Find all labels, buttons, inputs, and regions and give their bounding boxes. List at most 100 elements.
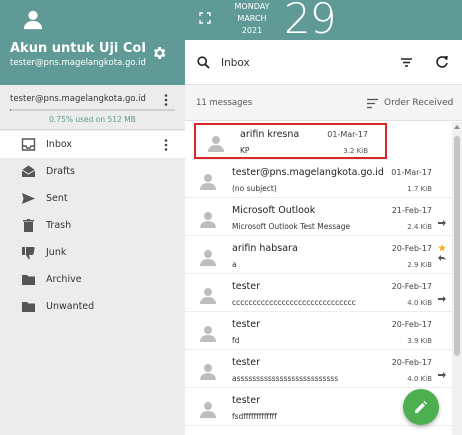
- sender-avatar-icon: [199, 324, 217, 342]
- message-sender: tester: [232, 281, 260, 292]
- scroll-up-icon[interactable]: [454, 124, 460, 130]
- folder-label: Sent: [46, 193, 68, 204]
- message-row[interactable]: tester fd 20-Feb-17 3.9 KiB: [185, 312, 452, 350]
- message-row[interactable]: Microsoft Outlook Microsoft Outlook Test …: [185, 198, 452, 236]
- forwarded-icon: [438, 220, 446, 226]
- folder-label: Inbox: [46, 139, 72, 150]
- sender-avatar-icon: [199, 362, 217, 380]
- folder-list: Inbox Drafts Sent Trash Junk Archive Unwanted: [0, 131, 185, 320]
- message-list: arifin kresna KP 01-Mar-17 3.2 KiB tester@pn…: [185, 122, 452, 435]
- message-size: 2.9 KiB: [407, 261, 432, 269]
- sender-avatar-icon: [199, 172, 217, 190]
- sort-order-label[interactable]: Order Received: [384, 98, 453, 108]
- message-row[interactable]: arifin kresna KP 01-Mar-17 3.2 KiB: [193, 122, 388, 160]
- replied-icon: [438, 255, 446, 261]
- message-sender: tester: [232, 395, 260, 406]
- account-email: tester@pns.magelangkota.go.id: [10, 58, 146, 68]
- folder-item-sent[interactable]: Sent: [0, 185, 185, 212]
- sort-order-icon[interactable]: [366, 98, 379, 109]
- sidebar: Akun untuk Uji Cob... tester@pns.magelan…: [0, 0, 185, 435]
- message-sender: arifin habsara: [232, 243, 298, 254]
- folder-label: Trash: [46, 220, 72, 231]
- folder-item-inbox[interactable]: Inbox: [0, 131, 185, 158]
- message-row[interactable]: tester assssssssssssssssssssssssss 20-Feb-…: [185, 350, 452, 388]
- inbox-icon: [21, 137, 36, 152]
- folder-label: Archive: [46, 274, 82, 285]
- pencil-icon: [415, 401, 427, 413]
- date-year: 2021: [241, 26, 263, 35]
- date-month: MARCH: [237, 14, 267, 23]
- scrollbar-thumb[interactable]: [454, 136, 460, 356]
- search-folder-label: Inbox: [221, 57, 250, 69]
- message-date: 20-Feb-17: [391, 358, 432, 367]
- message-size: 1.7 KiB: [407, 185, 432, 193]
- folder-item-drafts[interactable]: Drafts: [0, 158, 185, 185]
- quota-text: 0.75% used on 512 MB: [49, 115, 136, 124]
- quota-bar: [10, 109, 175, 111]
- message-size: 4.0 KiB: [407, 375, 432, 383]
- folder-icon: [21, 299, 36, 314]
- message-row[interactable]: tester@pns.magelangkota.go.id (no subject…: [185, 160, 452, 198]
- drafts-icon: [21, 164, 36, 179]
- account-name: Akun untuk Uji Cob...: [10, 41, 145, 56]
- message-size: 2.4 KiB: [407, 223, 432, 231]
- junk-icon: [21, 245, 36, 260]
- folder-item-trash[interactable]: Trash: [0, 212, 185, 239]
- scrollbar[interactable]: [452, 122, 462, 435]
- sender-avatar-icon: [199, 400, 217, 418]
- message-subject: KP: [240, 146, 250, 155]
- star-icon[interactable]: [438, 244, 446, 252]
- sender-avatar-icon: [199, 248, 217, 266]
- fullscreen-icon[interactable]: [199, 12, 211, 24]
- date-bar: MONDAY MARCH 2021 29: [185, 0, 462, 43]
- message-row[interactable]: arifin habsara a 20-Feb-17 2.9 KiB: [185, 236, 452, 274]
- folder-item-junk[interactable]: Junk: [0, 239, 185, 266]
- message-size: 4.0 KiB: [407, 299, 432, 307]
- compose-button[interactable]: [403, 389, 439, 425]
- refresh-icon[interactable]: [435, 55, 449, 69]
- sender-avatar-icon: [199, 210, 217, 228]
- date-text: MONDAY MARCH 2021: [231, 1, 273, 37]
- sender-avatar-icon: [199, 286, 217, 304]
- more-vert-icon[interactable]: [160, 138, 172, 152]
- quota-bar-fill: [10, 109, 12, 111]
- forwarded-icon: [438, 372, 446, 378]
- message-date: 01-Mar-17: [327, 130, 368, 139]
- search-bar[interactable]: Inbox: [185, 40, 462, 85]
- folder-icon: [21, 272, 36, 287]
- folder-label: Unwanted: [46, 301, 95, 312]
- message-subject: fsdfffffffffffff: [232, 412, 277, 421]
- message-size: 3.2 KiB: [343, 147, 368, 155]
- folder-label: Junk: [46, 247, 67, 258]
- message-subject: a: [232, 260, 237, 269]
- message-sender: tester: [232, 357, 260, 368]
- message-date: 20-Feb-17: [391, 282, 432, 291]
- message-subject: cccccccccccccccccccccccccccccc: [232, 298, 356, 307]
- message-date: 01-Mar-17: [391, 168, 432, 177]
- message-count: 11 messages: [196, 98, 253, 108]
- date-weekday: MONDAY: [234, 2, 270, 11]
- folder-item-archive[interactable]: Archive: [0, 266, 185, 293]
- message-subject: assssssssssssssssssssssssss: [232, 374, 339, 383]
- folder-item-unwanted[interactable]: Unwanted: [0, 293, 185, 320]
- forwarded-icon: [438, 296, 446, 302]
- date-day: 29: [284, 0, 336, 43]
- message-subject: (no subject): [232, 184, 277, 193]
- quota-panel: tester@pns.magelangkota.go.id 0.75% used…: [0, 85, 185, 130]
- more-vert-icon[interactable]: [160, 93, 172, 107]
- message-sender: tester@pns.magelangkota.go.id: [232, 167, 384, 178]
- trash-icon: [21, 218, 36, 233]
- message-row[interactable]: tester cccccccccccccccccccccccccccccc 20-F…: [185, 274, 452, 312]
- message-subject: Microsoft Outlook Test Message: [232, 222, 351, 231]
- gear-icon[interactable]: [151, 45, 167, 61]
- message-sender: arifin kresna: [240, 129, 300, 140]
- message-subject: fd: [232, 336, 240, 345]
- quota-email: tester@pns.magelangkota.go.id: [10, 94, 146, 104]
- search-icon[interactable]: [197, 56, 210, 69]
- sent-icon: [21, 191, 36, 206]
- sort-icon[interactable]: [400, 56, 413, 69]
- message-date: 21-Feb-17: [391, 206, 432, 215]
- folder-label: Drafts: [46, 166, 75, 177]
- message-date: 20-Feb-17: [391, 244, 432, 253]
- message-sender: tester: [232, 319, 260, 330]
